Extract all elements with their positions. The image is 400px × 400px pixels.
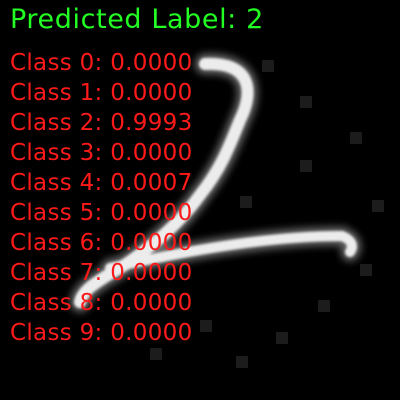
prediction-canvas: Predicted Label: 2 Class 0: 0.0000 Class… [0,0,400,400]
class-label: Class 2: [10,110,103,136]
class-label: Class 9: [10,320,103,346]
class-probability-row: Class 2: 0.9993 [10,108,193,138]
class-probability: 0.9993 [110,110,193,136]
class-probability: 0.0000 [110,230,193,256]
class-probability: 0.0007 [110,170,193,196]
class-probability-row: Class 4: 0.0007 [10,168,193,198]
class-probability-row: Class 8: 0.0000 [10,288,193,318]
class-label: Class 8: [10,290,103,316]
class-probability-list: Class 0: 0.0000 Class 1: 0.0000 Class 2:… [10,48,193,348]
class-probability: 0.0000 [110,50,193,76]
class-label: Class 1: [10,80,103,106]
class-probability-row: Class 5: 0.0000 [10,198,193,228]
class-probability: 0.0000 [110,140,193,166]
class-label: Class 5: [10,200,103,226]
class-probability-row: Class 7: 0.0000 [10,258,193,288]
class-probability: 0.0000 [110,260,193,286]
predicted-label-title: Predicted Label: 2 [10,2,264,38]
class-label: Class 6: [10,230,103,256]
class-probability: 0.0000 [110,80,193,106]
predicted-label-value: 2 [246,4,264,35]
class-probability-row: Class 3: 0.0000 [10,138,193,168]
class-probability-row: Class 0: 0.0000 [10,48,193,78]
class-probability-row: Class 1: 0.0000 [10,78,193,108]
class-probability: 0.0000 [110,320,193,346]
class-label: Class 3: [10,140,103,166]
class-probability-row: Class 6: 0.0000 [10,228,193,258]
class-label: Class 4: [10,170,103,196]
class-label: Class 0: [10,50,103,76]
class-probability-row: Class 9: 0.0000 [10,318,193,348]
class-probability: 0.0000 [110,290,193,316]
class-label: Class 7: [10,260,103,286]
predicted-label-prefix: Predicted Label: [10,4,237,35]
class-probability: 0.0000 [110,200,193,226]
